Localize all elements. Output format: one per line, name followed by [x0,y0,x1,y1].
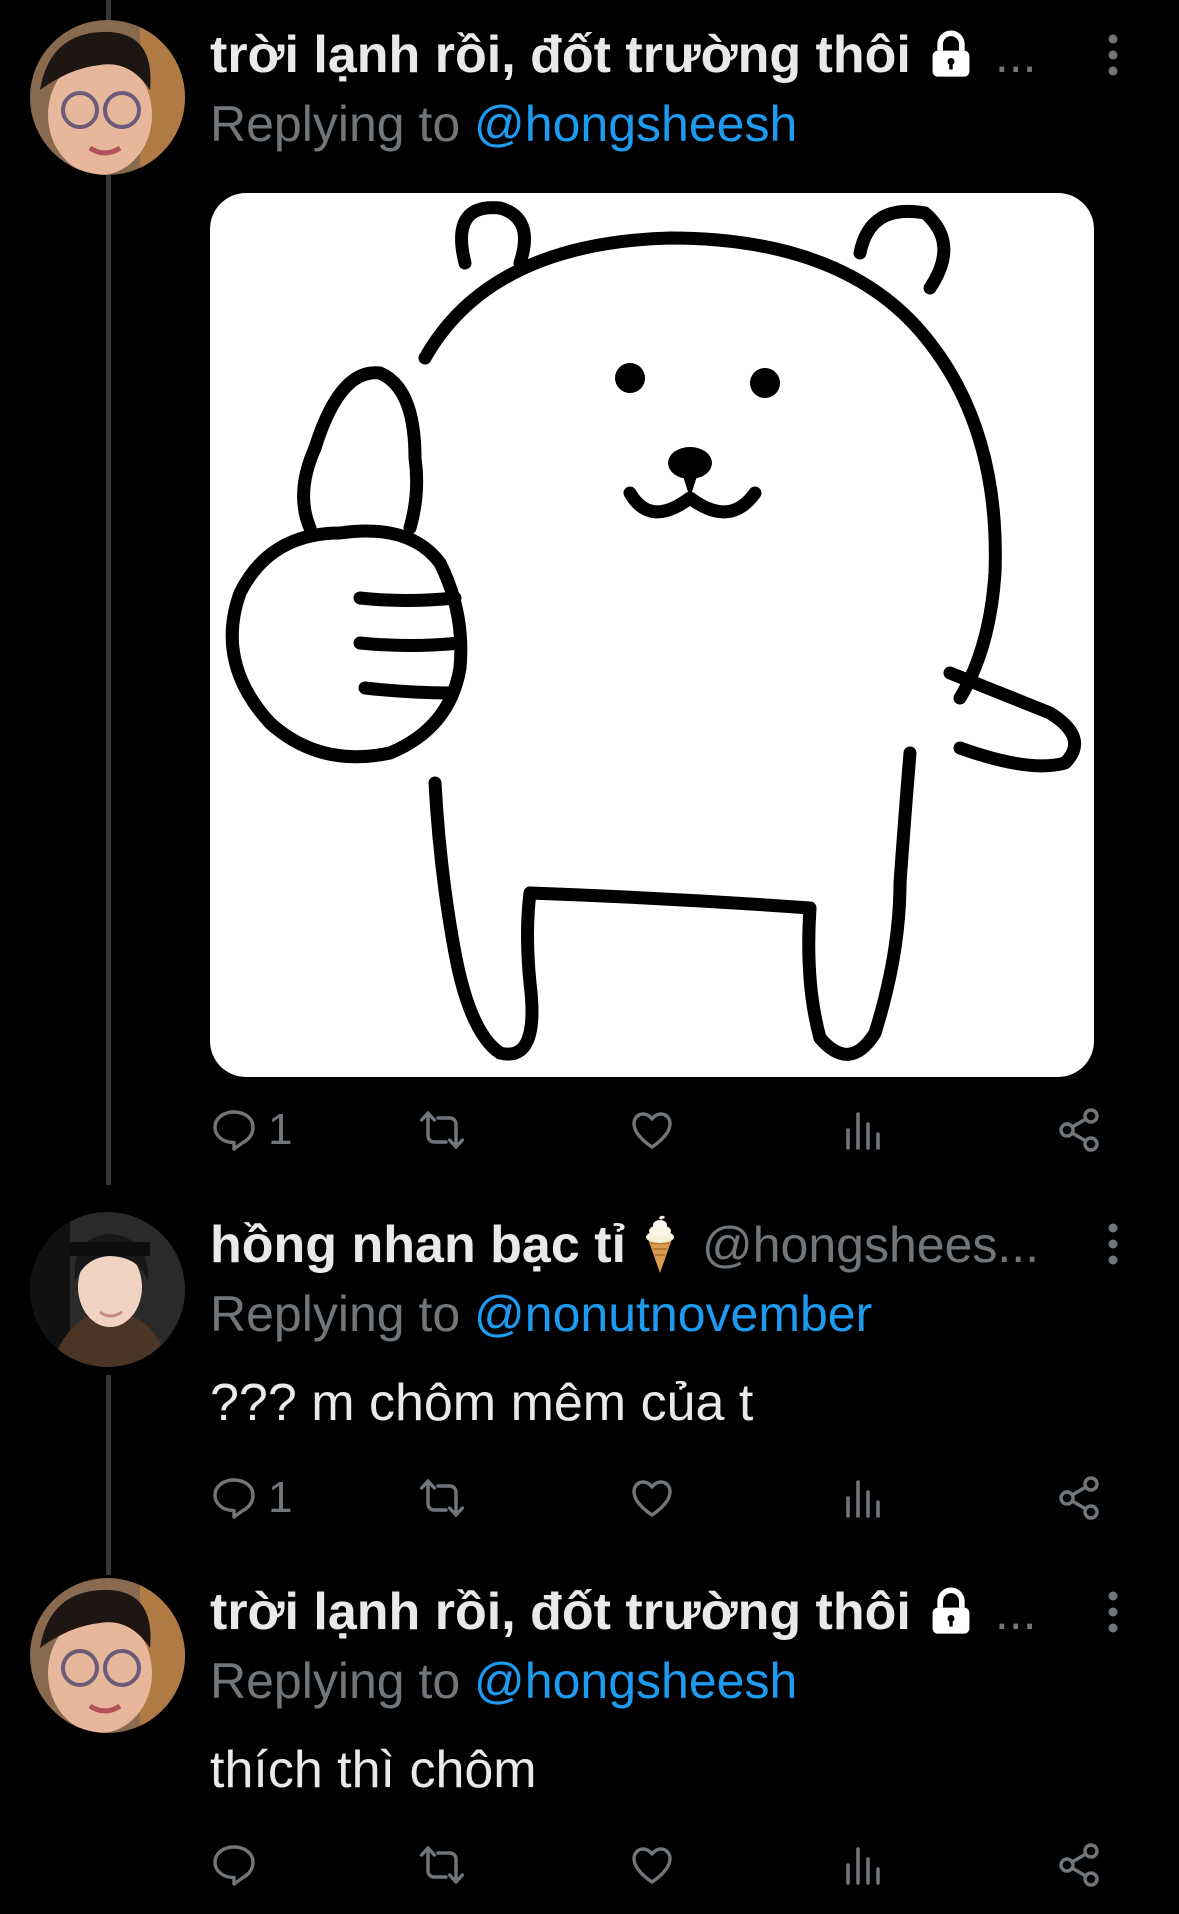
reply-button[interactable]: 1 [210,1468,292,1528]
analytics-icon [846,1112,880,1150]
reply-mention[interactable]: @nonutnovember [474,1286,872,1342]
more-vertical-icon[interactable] [1107,1590,1119,1634]
avatar-photo-1 [30,1578,185,1733]
share-icon [1059,1108,1099,1152]
like-button[interactable] [628,1835,676,1895]
reply-icon [213,1110,255,1151]
reply-button[interactable]: 1 [210,1100,292,1160]
avatar-photo-2 [30,1212,185,1367]
tweet-header: hồng nhan bạc tỉ @hongshees... [210,1210,1109,1280]
avatar-photo-1 [30,20,185,175]
heart-icon [632,1112,672,1149]
avatar[interactable] [30,1578,185,1733]
replying-to: Replying to @nonutnovember [210,1285,872,1343]
views-button[interactable] [838,1100,886,1160]
replying-to: Replying to @hongsheesh [210,1652,797,1710]
retweet-button[interactable] [418,1468,466,1528]
reply-button[interactable] [210,1835,258,1895]
analytics-icon [846,1847,880,1885]
share-button[interactable] [1055,1468,1103,1528]
avatar[interactable] [30,1212,185,1367]
share-icon [1059,1843,1099,1887]
retweet-icon [419,1111,465,1149]
analytics-icon [846,1480,880,1518]
views-button[interactable] [838,1468,886,1528]
replying-to-label: Replying to [210,96,475,152]
display-name[interactable]: hồng nhan bạc tỉ [210,1215,626,1275]
reply-icon [213,1845,255,1886]
handle-truncated[interactable]: ... [995,1583,1037,1641]
reply-count: 1 [268,1105,293,1154]
reply-mention[interactable]: @hongsheesh [474,96,797,152]
like-button[interactable] [628,1468,676,1528]
avatar[interactable] [30,20,185,175]
retweet-icon [419,1479,465,1517]
replying-to-label: Replying to [210,1286,475,1342]
reply-count: 1 [268,1473,293,1522]
tweet-text: ??? m chôm mêm của t [210,1374,754,1432]
reply-mention[interactable]: @hongsheesh [474,1653,797,1709]
display-name[interactable]: trời lạnh rồi, đốt trường thôi [210,1582,911,1642]
retweet-button[interactable] [418,1100,466,1160]
share-button[interactable] [1055,1100,1103,1160]
replying-to: Replying to @hongsheesh [210,95,797,153]
tweet-text: thích thì chôm [210,1741,537,1799]
lock-icon [932,1587,970,1634]
heart-icon [632,1480,672,1517]
thread-line-top [106,0,111,1185]
views-button[interactable] [838,1835,886,1895]
more-vertical-icon[interactable] [1107,33,1119,77]
handle[interactable]: @hongshees... [702,1216,1039,1274]
lock-icon [932,30,970,77]
share-button[interactable] [1055,1835,1103,1895]
thread-line-middle [106,1375,111,1575]
more-vertical-icon[interactable] [1107,1222,1119,1266]
display-name[interactable]: trời lạnh rồi, đốt trường thôi [210,25,911,85]
bear-thumbs-up-image [225,201,1081,1061]
tweet-header: trời lạnh rồi, đốt trường thôi ... [210,20,1109,90]
replying-to-label: Replying to [210,1653,475,1709]
tweet-actions: 1 [210,1100,1110,1160]
tweet-actions: 1 [210,1468,1110,1528]
like-button[interactable] [628,1100,676,1160]
reply-icon [213,1478,255,1519]
heart-icon [632,1847,672,1884]
retweet-icon [419,1846,465,1884]
handle-truncated[interactable]: ... [995,26,1037,84]
tweet-media-image[interactable] [210,193,1094,1077]
share-icon [1059,1476,1099,1520]
retweet-button[interactable] [418,1835,466,1895]
ice-cream-emoji-icon [645,1215,674,1273]
tweet-actions [210,1835,1110,1895]
tweet-header: trời lạnh rồi, đốt trường thôi ... [210,1577,1109,1647]
